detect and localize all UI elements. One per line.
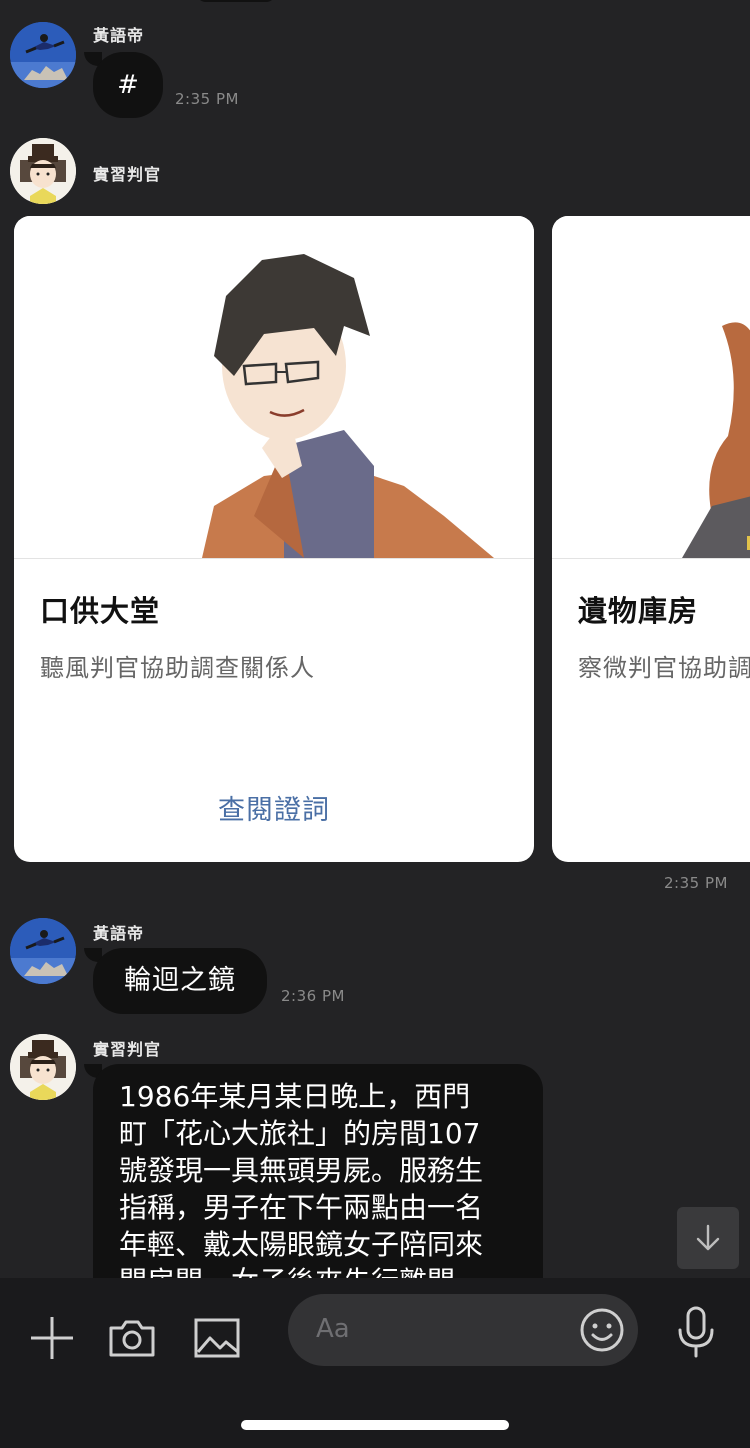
avatar-user-image: [10, 22, 76, 88]
camera-icon[interactable]: [104, 1310, 160, 1366]
message-time: 2:35 PM: [175, 90, 239, 108]
message-text: 輪迴之鏡: [124, 965, 236, 996]
message-line: 町「花心大旅社」的房間107: [119, 1117, 481, 1150]
avatar-bot[interactable]: [10, 138, 76, 204]
sender-name: 實習判官: [93, 1040, 162, 1059]
message-line: 號發現一具無頭男屍。服務生: [119, 1154, 484, 1187]
emoji-icon[interactable]: [578, 1306, 626, 1354]
message-input[interactable]: Aa: [288, 1294, 638, 1366]
sender-name: 黃語帝: [93, 26, 145, 45]
message-line: 年輕、戴太陽眼鏡女子陪同來: [119, 1228, 484, 1261]
avatar-bot-image: [10, 1034, 76, 1100]
carousel-time: 2:35 PM: [664, 874, 728, 892]
chat-screen: 黃語帝 # 2:35 PM 實習判官 口供大堂 聽風判官協助調查關係人 查閱證詞…: [0, 0, 750, 1448]
character-illustration: [202, 254, 494, 558]
avatar-bot-image: [10, 138, 76, 204]
scroll-to-bottom-button[interactable]: [677, 1207, 739, 1269]
avatar-user[interactable]: [10, 22, 76, 88]
message-bubble[interactable]: 輪迴之鏡: [93, 948, 267, 1014]
avatar-bot[interactable]: [10, 1034, 76, 1100]
arrow-down-icon: [696, 1224, 720, 1251]
message-text: #: [117, 70, 139, 100]
message-time: 2:36 PM: [281, 987, 345, 1005]
character-illustration: [682, 322, 750, 558]
card-hero-image: [552, 216, 750, 559]
previous-message-edge: [196, 0, 276, 2]
message-list[interactable]: 黃語帝 # 2:35 PM 實習判官 口供大堂 聽風判官協助調查關係人 查閱證詞…: [0, 0, 750, 1278]
plus-icon[interactable]: [24, 1310, 80, 1366]
home-indicator: [241, 1420, 509, 1430]
carousel-card[interactable]: 遺物庫房 察微判官協助調: [552, 216, 750, 862]
composer-bar: Aa: [0, 1278, 750, 1448]
image-icon[interactable]: [189, 1310, 245, 1366]
message-line: 開房間，女子後來先行離開: [119, 1263, 543, 1278]
carousel-card[interactable]: 口供大堂 聽風判官協助調查關係人 查閱證詞: [14, 216, 534, 862]
microphone-icon[interactable]: [668, 1304, 724, 1360]
sender-name: 黃語帝: [93, 924, 145, 943]
card-title: 口供大堂: [40, 594, 161, 628]
card-subtitle: 聽風判官協助調查關係人: [40, 654, 315, 682]
message-bubble[interactable]: #: [93, 52, 163, 118]
message-line: 指稱，男子在下午兩點由一名: [119, 1191, 484, 1224]
card-title: 遺物庫房: [578, 594, 699, 628]
message-bubble[interactable]: 1986年某月某日晚上，西門 町「花心大旅社」的房間107 號發現一具無頭男屍。…: [93, 1064, 543, 1278]
card-subtitle: 察微判官協助調: [578, 654, 750, 682]
message-input-placeholder: Aa: [316, 1314, 350, 1344]
message-line: 1986年某月某日晚上，西門: [119, 1080, 471, 1113]
avatar-user-image: [10, 918, 76, 984]
sender-name: 實習判官: [93, 165, 162, 184]
view-testimony-button[interactable]: 查閱證詞: [14, 788, 534, 827]
avatar-user[interactable]: [10, 918, 76, 984]
card-hero-image: [14, 216, 534, 559]
